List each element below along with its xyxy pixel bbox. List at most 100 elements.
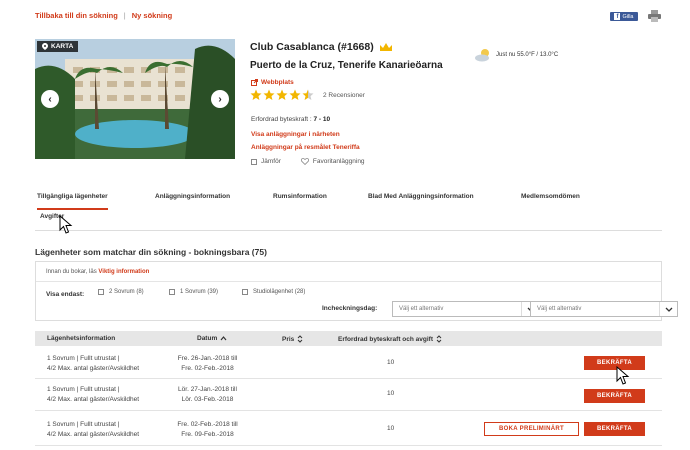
map-button[interactable]: KARTA [37, 41, 79, 52]
print-icon[interactable] [648, 10, 661, 22]
column-demand-fee[interactable]: Erfordrad byteskraft och avgift [338, 335, 442, 343]
compare-checkbox[interactable] [251, 158, 257, 165]
compare-favorite-row: Jämför Favoritanläggning [251, 158, 365, 165]
sort-up-icon [220, 336, 227, 341]
chevron-down-icon [659, 302, 677, 316]
hotel-photo[interactable] [35, 39, 235, 159]
tab-resort-sheet[interactable]: Blad Med Anläggningsinformation [368, 193, 474, 200]
chevron-left-icon: ‹ [48, 93, 52, 105]
important-info-link[interactable]: Viktig information [98, 269, 149, 275]
checkin-label: Incheckningsdag: [322, 305, 378, 312]
website-label: Webbplats [261, 79, 294, 86]
row-info-line1: 1 Sovrum | Fullt utrustat | [47, 355, 120, 362]
weather-widget: Just nu 55.0°F / 13.0°C [474, 48, 558, 62]
show-only-label: Visa endast: [46, 291, 85, 298]
row-dates: Fre. 26-Jan.-2018 till Fre. 02-Feb.-2018 [165, 354, 250, 374]
nearby-resorts-link[interactable]: Visa anläggningar i närheten [251, 131, 340, 138]
row-apartment-info: 1 Sovrum | Fullt utrustat | 4/2 Max. ant… [47, 354, 139, 374]
tab-available-apartments[interactable]: Tillgängliga lägenheter [37, 193, 108, 210]
filter-label-2br: 2 Sovrum (8) [109, 289, 144, 295]
filter-checkbox-studio[interactable] [242, 289, 248, 295]
filter-label-1br: 1 Sovrum (39) [180, 289, 219, 295]
filter-option-studio[interactable]: Studiolägenhet (28) [242, 289, 305, 295]
half-star-icon [302, 89, 314, 100]
hotel-name: Club Casablanca (#1668) [250, 41, 374, 53]
sort-both-icon [436, 335, 442, 343]
row-apartment-info: 1 Sovrum | Fullt utrustat | 4/2 Max. ant… [47, 420, 139, 440]
table-header: Lägenhetsinformation Datum Pris Erfordra… [35, 331, 662, 346]
row-info-line1: 1 Sovrum | Fullt utrustat | [47, 386, 120, 393]
row-date-start: Fre. 26-Jan.-2018 till [177, 355, 238, 362]
gallery-next-button[interactable]: › [211, 90, 229, 108]
tab-bar: Tillgängliga lägenheter Anläggningsinfor… [35, 191, 662, 231]
mouse-cursor-icon [59, 215, 73, 234]
row-date-end: Lör. 03-Feb.-2018 [181, 396, 234, 403]
row-info-line2: 4/2 Max. antal gäster/Avskildhet [47, 396, 140, 403]
filter-checkbox-2br[interactable] [98, 289, 104, 295]
map-label: KARTA [51, 43, 74, 50]
link-separator: | [123, 11, 126, 20]
tab-member-reviews[interactable]: Medlemsomdömen [521, 193, 580, 200]
favorite-label[interactable]: Favoritanläggning [313, 158, 365, 165]
hotel-location: Puerto de la Cruz, Tenerife Kanarieöarna [250, 60, 443, 71]
weather-text: Just nu 55.0°F / 13.0°C [496, 52, 559, 58]
filter-option-1br[interactable]: 1 Sovrum (39) [169, 289, 218, 295]
website-link[interactable]: Webbplats [251, 79, 294, 86]
tab-resort-info[interactable]: Anläggningsinformation [155, 193, 230, 200]
checkin-from-value: Välj ett alternativ [399, 306, 444, 312]
heart-icon[interactable] [300, 158, 309, 165]
table-row: 1 Sovrum | Fullt utrustat | 4/2 Max. ant… [35, 411, 662, 446]
gallery-prev-button[interactable]: ‹ [41, 90, 59, 108]
filter-label-studio: Studiolägenhet (28) [253, 289, 306, 295]
filter-divider [36, 281, 661, 282]
star-icon [263, 89, 275, 100]
table-row: 1 Sovrum | Fullt utrustat | 4/2 Max. ant… [35, 346, 662, 379]
filter-checkbox-1br[interactable] [169, 289, 175, 295]
row-date-end: Fre. 09-Feb.-2018 [181, 431, 234, 438]
facebook-like-button[interactable]: f Gilla [610, 12, 638, 21]
column-apartment-info-label: Lägenhetsinformation [47, 335, 116, 342]
checkin-from-select[interactable]: Välj ett alternativ [392, 301, 540, 317]
top-links: Tillbaka till din sökning | Ny sökning [35, 11, 172, 20]
confirm-button[interactable]: BEKRÄFTA [584, 422, 645, 436]
star-icon [276, 89, 288, 100]
star-icon [289, 89, 301, 100]
row-demand: 10 [387, 390, 395, 397]
facebook-icon: f [614, 13, 621, 20]
booking-info-prefix: Innan du bokar, läs [46, 269, 97, 275]
mouse-cursor-icon [616, 366, 630, 385]
row-info-line2: 4/2 Max. antal gäster/Avskildhet [47, 431, 140, 438]
destination-resorts-link[interactable]: Anläggningar på resmålet Teneriffa [251, 144, 360, 151]
back-to-search-link[interactable]: Tillbaka till din sökning [35, 11, 118, 20]
column-price-label: Pris [282, 335, 295, 343]
row-demand: 10 [387, 359, 395, 366]
booking-info: Innan du bokar, läs Viktig information [46, 269, 149, 275]
apartments-heading: Lägenheter som matchar din sökning - bok… [35, 247, 267, 257]
new-search-link[interactable]: Ny sökning [132, 11, 172, 20]
column-demand-fee-label: Erfordrad byteskraft och avgift [338, 335, 433, 343]
cloudy-sun-icon [475, 49, 489, 62]
star-icon [250, 89, 262, 100]
reviews-link[interactable]: 2 Recensioner [323, 92, 365, 99]
confirm-button[interactable]: BEKRÄFTA [584, 356, 645, 370]
demand-label: Erfordrad byteskraft : [251, 116, 312, 123]
compare-label: Jämför [261, 158, 281, 165]
book-preliminary-button[interactable]: BOKA PRELIMINÄRT [484, 422, 579, 436]
filter-option-2br[interactable]: 2 Sovrum (8) [98, 289, 144, 295]
like-label: Gilla [622, 13, 634, 20]
table-row: 1 Sovrum | Fullt utrustat | 4/2 Max. ant… [35, 379, 662, 411]
hotel-title: Club Casablanca (#1668) [250, 41, 393, 53]
row-info-line1: 1 Sovrum | Fullt utrustat | [47, 421, 120, 428]
tab-room-info[interactable]: Rumsinformation [273, 193, 327, 200]
sort-both-icon [297, 335, 303, 343]
row-date-start: Lör. 27-Jan.-2018 till [178, 386, 237, 393]
confirm-button[interactable]: BEKRÄFTA [584, 389, 645, 403]
crown-icon [379, 43, 392, 51]
checkin-to-value: Välj ett alternativ [537, 306, 582, 312]
demand-info: Erfordrad byteskraft : 7 - 10 [251, 116, 330, 123]
column-date[interactable]: Datum [197, 335, 227, 342]
column-price[interactable]: Pris [282, 335, 303, 343]
column-date-label: Datum [197, 335, 218, 342]
column-apartment-info: Lägenhetsinformation [47, 335, 115, 342]
checkin-to-select[interactable]: Välj ett alternativ [530, 301, 678, 317]
